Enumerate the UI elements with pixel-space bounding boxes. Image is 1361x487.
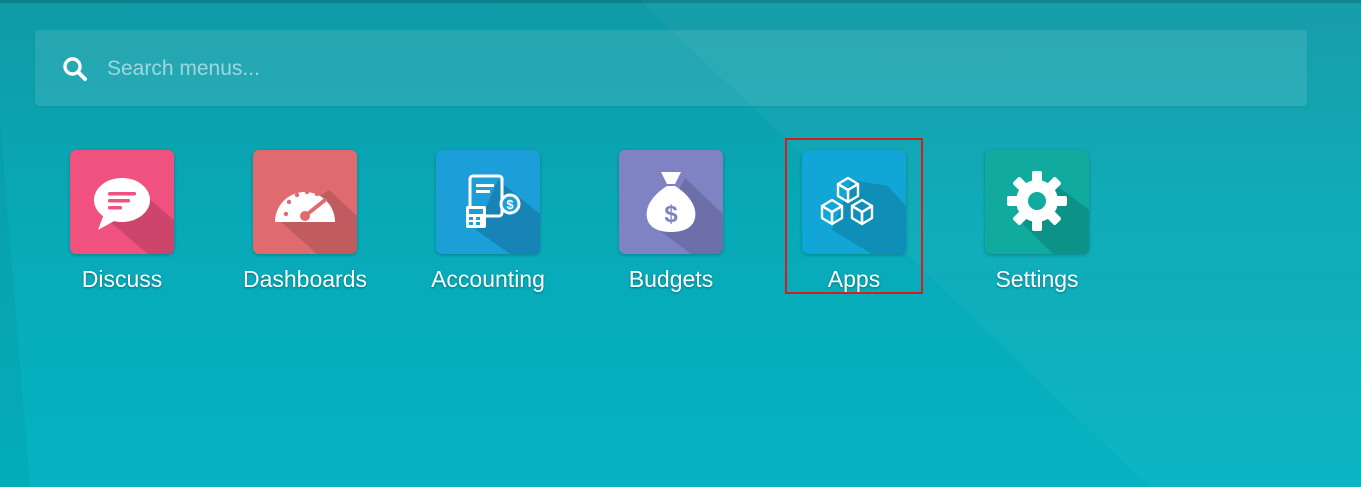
invoice-calculator-icon: $	[466, 174, 540, 254]
app-label-accounting[interactable]: Accounting	[399, 266, 577, 293]
app-tile-accounting[interactable]: $ Accounting	[419, 140, 549, 292]
app-icon-settings[interactable]	[985, 150, 1089, 254]
app-tile-budgets[interactable]: $ Budgets	[602, 140, 732, 292]
search-input[interactable]	[105, 50, 1289, 88]
home-menu-screen: Discuss Dashboards	[0, 0, 1361, 487]
app-label-dashboards[interactable]: Dashboards	[216, 266, 394, 293]
app-label-settings[interactable]: Settings	[948, 266, 1126, 293]
app-tile-apps[interactable]: Apps	[785, 140, 915, 292]
app-label-budgets[interactable]: Budgets	[582, 266, 760, 293]
app-icon-budgets[interactable]: $	[619, 150, 723, 254]
gear-icon	[1007, 171, 1089, 254]
search-icon	[63, 57, 87, 81]
app-icon-dashboards[interactable]	[253, 150, 357, 254]
search-bar[interactable]	[35, 30, 1307, 106]
speedometer-icon	[275, 189, 357, 254]
svg-text:$: $	[664, 201, 678, 228]
app-tile-dashboards[interactable]: Dashboards	[236, 140, 367, 292]
app-label-discuss[interactable]: Discuss	[33, 266, 211, 293]
chat-bubble-icon	[94, 178, 174, 254]
app-tile-settings[interactable]: Settings	[968, 140, 1098, 292]
app-tile-discuss[interactable]: Discuss	[53, 140, 183, 292]
app-icon-accounting[interactable]: $	[436, 150, 540, 254]
app-icon-apps[interactable]	[802, 150, 906, 254]
app-label-apps[interactable]: Apps	[765, 266, 943, 293]
money-bag-icon: $	[646, 172, 723, 254]
cubes-icon	[820, 176, 906, 254]
top-border	[0, 0, 1361, 3]
svg-text:$: $	[506, 197, 514, 212]
app-icon-discuss[interactable]	[70, 150, 174, 254]
